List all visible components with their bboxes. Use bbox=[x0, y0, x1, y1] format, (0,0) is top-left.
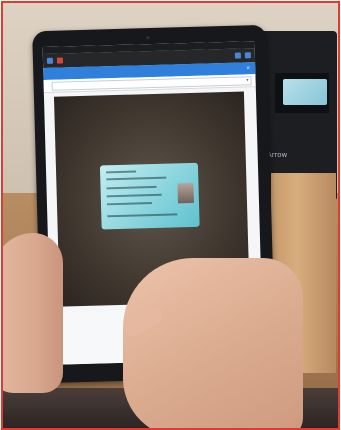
chevron-down-icon: ▾ bbox=[246, 77, 249, 83]
left-hand bbox=[3, 233, 63, 393]
card-line bbox=[106, 170, 137, 174]
photo-frame: Arrow × ▾ bbox=[1, 1, 340, 430]
card-line bbox=[106, 185, 157, 190]
tabs-icon[interactable] bbox=[244, 52, 251, 59]
sidebar-icon[interactable] bbox=[46, 57, 54, 64]
card-line bbox=[106, 176, 167, 181]
background-id-card bbox=[283, 79, 327, 105]
card-line bbox=[106, 202, 153, 206]
tab-icon[interactable] bbox=[56, 57, 64, 64]
front-camera bbox=[146, 36, 150, 40]
id-card bbox=[99, 162, 200, 230]
share-icon[interactable] bbox=[234, 52, 241, 59]
card-line bbox=[107, 213, 178, 218]
card-line bbox=[106, 193, 162, 198]
background-device-brand: Arrow bbox=[267, 151, 288, 159]
card-photo bbox=[177, 182, 194, 204]
address-bar[interactable] bbox=[67, 56, 231, 61]
close-icon[interactable]: × bbox=[246, 65, 250, 71]
right-hand bbox=[123, 258, 303, 428]
